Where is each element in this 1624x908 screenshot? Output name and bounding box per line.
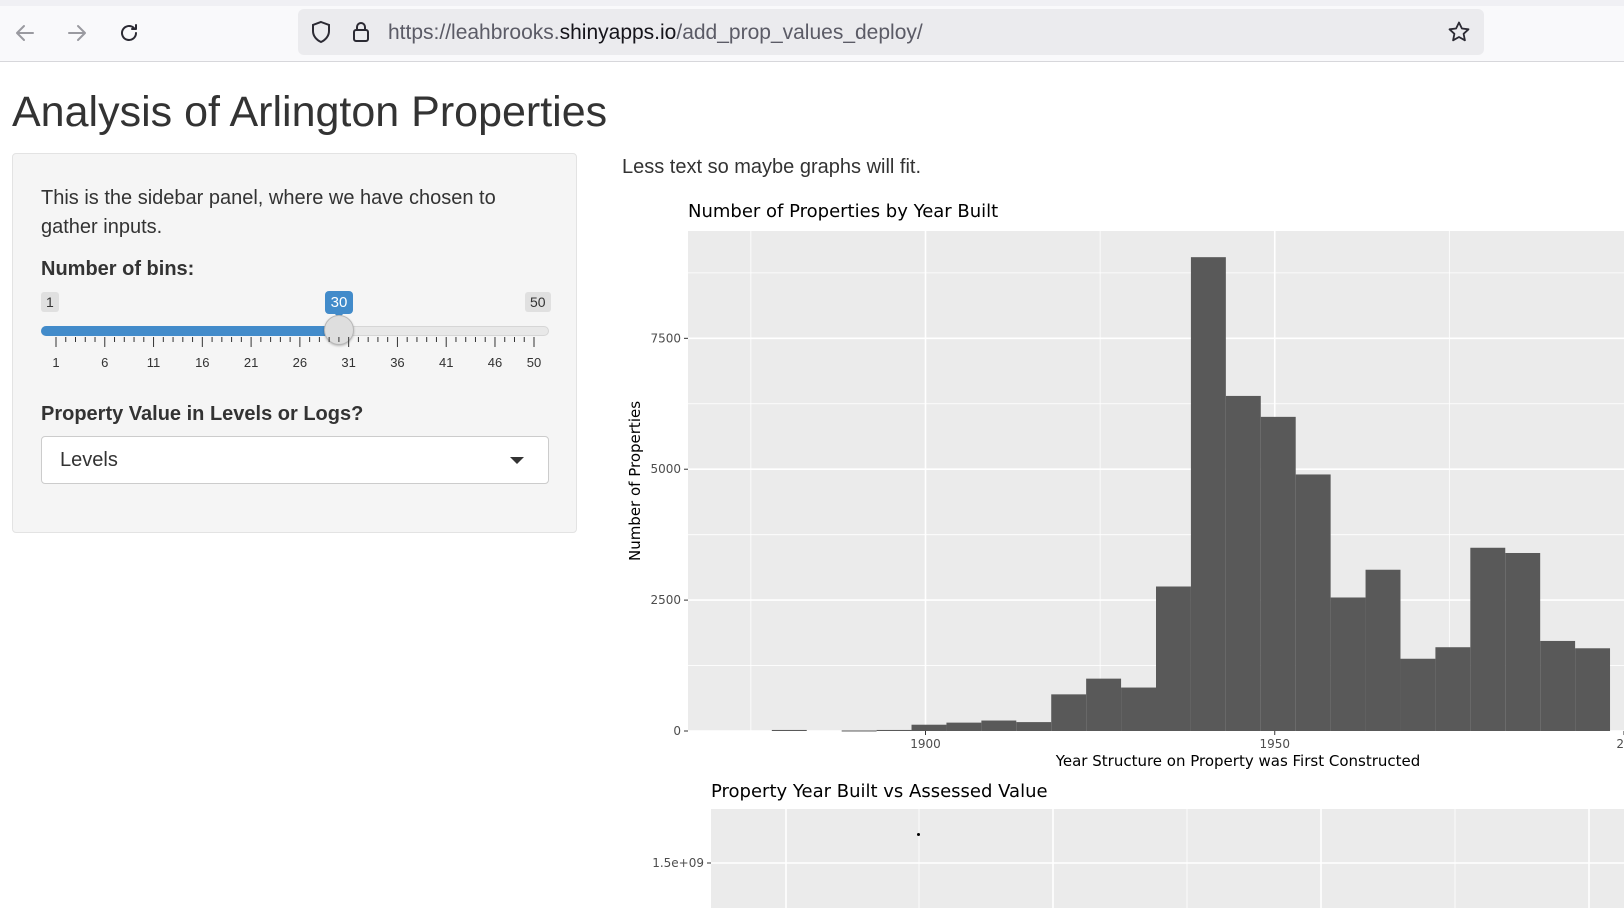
x-tick-label: 1900 [910, 737, 941, 751]
y-tick-label: 7500 [650, 331, 681, 345]
bookmark-star-icon[interactable] [1446, 19, 1472, 45]
browser-toolbar: https://leahbrooks.shinyapps.io/add_prop… [0, 6, 1624, 62]
histogram-bar [1190, 257, 1226, 731]
arrow-right-icon [68, 25, 86, 41]
histogram-bar [1365, 569, 1401, 731]
url-prefix: https://leahbrooks. [388, 21, 560, 44]
scatter-year-vs-value: 1.5e+09 Property Year Built vs Assessed V… [652, 781, 1624, 908]
slider-min-label: 1 [41, 292, 59, 312]
slider-tick-label: 21 [244, 355, 258, 370]
histogram-bar [946, 722, 982, 731]
histogram-bar [981, 720, 1017, 731]
slider-tick-label: 46 [488, 355, 502, 370]
slider-tick-label: 50 [527, 355, 541, 370]
histogram-bar [841, 730, 877, 732]
plot-panel [711, 809, 1624, 908]
slider-tick-label: 26 [293, 355, 307, 370]
y-tick-label: 0 [673, 724, 681, 738]
chart-title: Property Year Built vs Assessed Value [711, 781, 1048, 802]
y-tick-label: 1.5e+09 [652, 856, 704, 870]
slider-ticks: 1 6 11 16 21 26 31 36 41 46 50 [52, 337, 541, 370]
url-domain: shinyapps.io [559, 21, 677, 44]
histogram-bar [1505, 552, 1541, 731]
shield-icon[interactable] [308, 19, 334, 45]
sidebar-panel: This is the sidebar panel, where we have… [12, 153, 577, 533]
slider-fill [41, 326, 339, 336]
slider-tick-label: 36 [390, 355, 404, 370]
main-description: Less text so maybe graphs will fit. [622, 156, 922, 178]
slider-tick-label: 16 [195, 355, 209, 370]
histogram-bar [911, 724, 947, 731]
reload-button[interactable] [114, 18, 144, 48]
url-path: /add_prop_values_deploy/ [676, 21, 923, 44]
bins-label: Number of bins: [41, 258, 195, 280]
histogram-bar [876, 729, 912, 731]
address-bar[interactable]: https://leahbrooks.shinyapps.io/add_prop… [298, 9, 1484, 55]
histogram-bar [1016, 722, 1052, 731]
y-tick-label: 5000 [650, 462, 681, 476]
x-tick-label: 1950 [1259, 737, 1290, 751]
x-tick-label: 20 [1616, 737, 1624, 751]
histogram-bar [1121, 687, 1156, 731]
histogram-year-built: 0 2500 5000 7500 1900 1950 20 Number of Propert… [626, 201, 1624, 770]
histogram-bar [1540, 640, 1576, 731]
histogram-bar [1575, 648, 1611, 731]
slider-tick-label: 11 [147, 355, 161, 370]
slider-tick-label: 31 [341, 355, 355, 370]
forward-button[interactable] [62, 18, 92, 48]
histogram-bar [1330, 597, 1366, 731]
slider-tick-label: 41 [439, 355, 453, 370]
histogram-bar [1051, 694, 1087, 731]
slider-value-badge: 30 [325, 291, 353, 319]
y-axis-label: Number of Properties [626, 401, 644, 561]
slider-max-label: 50 [525, 292, 551, 312]
x-axis-label: Year Structure on Property was First Con… [1055, 752, 1421, 770]
slider-tick-label: 1 [52, 355, 59, 370]
y-tick-label: 2500 [650, 593, 681, 607]
histogram-bar [1225, 395, 1261, 731]
histogram-bar [1260, 416, 1296, 731]
histogram-bar [1086, 678, 1122, 731]
chart-title: Number of Properties by Year Built [688, 201, 998, 222]
histogram-bar [1156, 586, 1191, 731]
histogram-bar [1295, 474, 1331, 731]
histogram-bar [1470, 547, 1506, 731]
histogram-bar [1400, 658, 1436, 731]
scatter-point [917, 833, 920, 836]
url-text[interactable]: https://leahbrooks.shinyapps.io/add_prop… [388, 21, 923, 45]
reload-icon [121, 24, 137, 41]
sidebar-intro-text: This is the sidebar panel, where we have… [41, 187, 496, 238]
slider-tick-label: 6 [101, 355, 108, 370]
histogram-bar [771, 729, 807, 731]
caret-down-icon [510, 457, 524, 464]
scale-select-value: Levels [60, 449, 118, 471]
arrow-left-icon [16, 25, 34, 41]
page-title: Analysis of Arlington Properties [12, 88, 608, 136]
histogram-bar [1435, 647, 1471, 731]
lock-icon[interactable] [348, 19, 374, 45]
scale-label: Property Value in Levels or Logs? [41, 403, 364, 425]
back-button[interactable] [10, 18, 40, 48]
scale-select[interactable]: Levels [41, 436, 549, 484]
